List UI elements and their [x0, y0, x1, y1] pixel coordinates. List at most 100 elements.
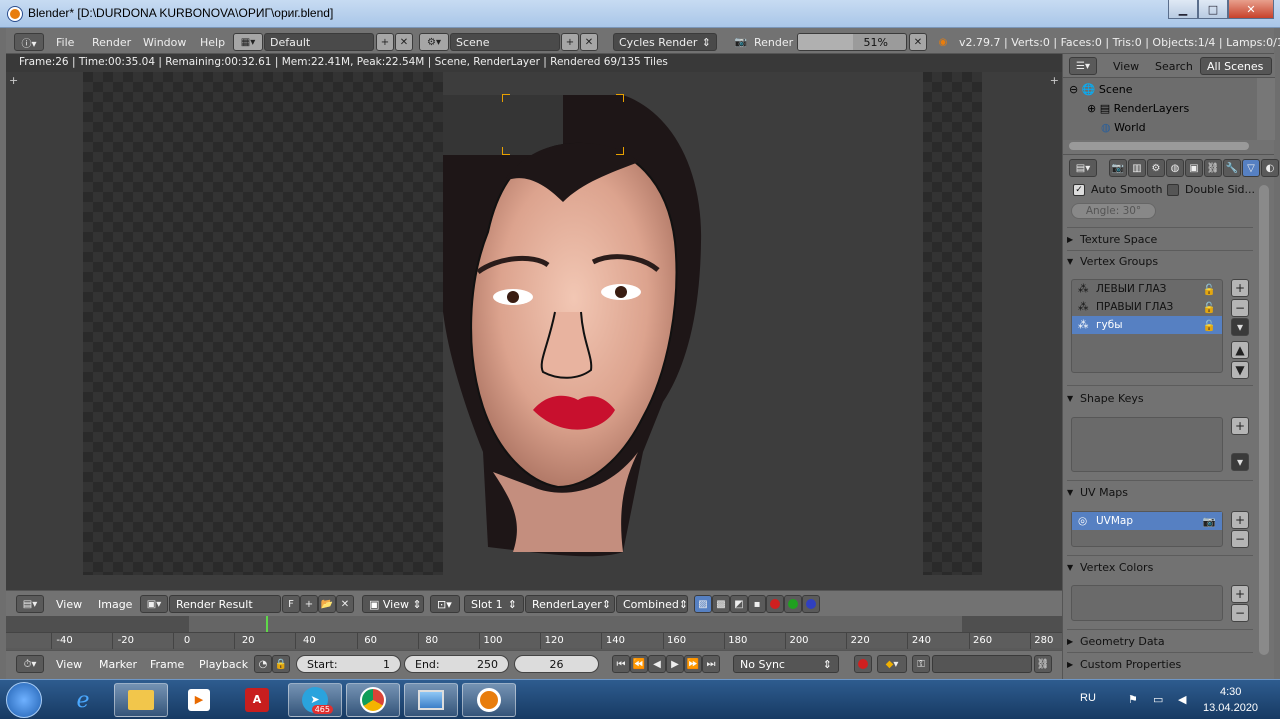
action-center-icon[interactable]: ▭: [1153, 693, 1163, 706]
draw-rgb-icon[interactable]: ▩: [712, 595, 730, 613]
shape-keys-panel[interactable]: ▼ Shape Keys: [1067, 388, 1253, 408]
render-camera-icon[interactable]: 📷: [732, 33, 750, 51]
remove-vertex-color-button[interactable]: −: [1231, 604, 1249, 622]
uv-maps-list[interactable]: ◎ UVMap 📷: [1071, 511, 1223, 547]
start-button[interactable]: [6, 682, 42, 718]
object-tab-icon[interactable]: ▣: [1185, 159, 1203, 177]
vertex-group-specials-button[interactable]: ▾: [1231, 318, 1249, 336]
maximize-button[interactable]: □: [1198, 0, 1228, 19]
telegram-icon[interactable]: ➤ 465: [288, 683, 342, 717]
timeline-menu-playback[interactable]: Playback: [199, 658, 248, 671]
auto-smooth-checkbox[interactable]: ✓ Auto Smooth: [1073, 183, 1162, 196]
photo-viewer-icon[interactable]: [404, 683, 458, 717]
language-indicator[interactable]: RU: [1080, 692, 1096, 704]
timeline-editor-type-icon[interactable]: ⏱▾: [16, 655, 44, 673]
menu-image[interactable]: Image: [98, 598, 132, 611]
texture-space-panel[interactable]: ▶ Texture Space: [1067, 229, 1253, 249]
open-image-icon[interactable]: 📂: [318, 595, 336, 613]
add-scene-icon[interactable]: +: [561, 33, 579, 51]
play-icon[interactable]: ▶: [666, 655, 684, 673]
draw-alpha-icon[interactable]: ◩: [730, 595, 748, 613]
outliner-horizontal-scrollbar[interactable]: [1069, 142, 1249, 150]
move-up-button[interactable]: ▲: [1231, 341, 1249, 359]
corner-plus-icon[interactable]: +: [9, 74, 18, 87]
jump-keyframe-forward-icon[interactable]: ⏩: [684, 655, 702, 673]
insert-keyframe-icon[interactable]: ⛓: [1034, 655, 1052, 673]
vertex-group-item[interactable]: ⁂ ЛЕВЫИ ГЛАЗ 🔓: [1072, 280, 1222, 298]
internet-explorer-icon[interactable]: ℯ: [56, 683, 110, 717]
unlink-image-icon[interactable]: ✕: [336, 595, 354, 613]
draw-rgba-icon[interactable]: ▨: [694, 595, 712, 613]
autocad-icon[interactable]: A: [230, 683, 284, 717]
blender-taskbar-icon[interactable]: [462, 683, 516, 717]
fake-user-button[interactable]: F: [282, 595, 300, 613]
image-browse-icon[interactable]: ▣▾: [140, 595, 168, 613]
timeline-menu-marker[interactable]: Marker: [99, 658, 137, 671]
unlock-icon[interactable]: 🔓: [1203, 319, 1216, 332]
chrome-icon[interactable]: [346, 683, 400, 717]
menu-render[interactable]: Render: [92, 33, 131, 51]
properties-scrollbar[interactable]: [1259, 185, 1269, 655]
vertex-colors-list[interactable]: [1071, 585, 1223, 621]
outliner-scrollbar[interactable]: [1257, 78, 1275, 140]
modifiers-tab-icon[interactable]: 🔧: [1223, 159, 1241, 177]
new-image-icon[interactable]: +: [300, 595, 318, 613]
render-engine-select[interactable]: Cycles Render ⇕: [613, 33, 717, 51]
scene-icon[interactable]: ⚙▾: [419, 33, 449, 51]
vertex-groups-panel[interactable]: ▼ Vertex Groups: [1067, 251, 1253, 271]
properties-editor-type-icon[interactable]: ▤▾: [1069, 159, 1097, 177]
render-tab-icon[interactable]: 📷: [1109, 159, 1127, 177]
menu-help[interactable]: Help: [200, 33, 225, 51]
blue-channel-icon[interactable]: [802, 595, 820, 613]
volume-icon[interactable]: ◀: [1178, 693, 1186, 706]
world-tab-icon[interactable]: ◍: [1166, 159, 1184, 177]
outliner-item-world[interactable]: ◍ World: [1101, 118, 1146, 137]
timeline-menu-frame[interactable]: Frame: [150, 658, 184, 671]
image-name-field[interactable]: Render Result: [169, 595, 281, 613]
jump-keyframe-back-icon[interactable]: ⏪: [630, 655, 648, 673]
outliner-editor-type-icon[interactable]: ☰▾: [1069, 57, 1097, 75]
play-reverse-icon[interactable]: ◀: [648, 655, 666, 673]
pivot-icon[interactable]: ⊡▾: [430, 595, 460, 613]
menu-view[interactable]: View: [56, 598, 82, 611]
green-channel-icon[interactable]: [784, 595, 802, 613]
vertex-group-item[interactable]: ⁂ ПРАВЫИ ГЛАЗ 🔓: [1072, 298, 1222, 316]
move-down-button[interactable]: ▼: [1231, 361, 1249, 379]
start-frame-field[interactable]: Start: 1: [296, 655, 401, 673]
end-frame-field[interactable]: End: 250: [404, 655, 509, 673]
unlock-icon[interactable]: 🔓: [1203, 301, 1216, 314]
add-shape-key-button[interactable]: +: [1231, 417, 1249, 435]
lock-icon[interactable]: 🔒: [272, 655, 290, 673]
unlock-icon[interactable]: 🔓: [1203, 283, 1216, 296]
vertex-groups-list[interactable]: ⁂ ЛЕВЫИ ГЛАЗ 🔓 ⁂ ПРАВЫИ ГЛАЗ 🔓 ⁂ губы 🔓: [1071, 279, 1223, 373]
uv-maps-panel[interactable]: ▼ UV Maps: [1067, 482, 1253, 502]
jump-start-icon[interactable]: ⏮: [612, 655, 630, 673]
scene-tab-icon[interactable]: ⚙: [1147, 159, 1165, 177]
remove-layout-icon[interactable]: ✕: [395, 33, 413, 51]
shape-key-specials-button[interactable]: ▾: [1231, 453, 1249, 471]
timeline-menu-view[interactable]: View: [56, 658, 82, 671]
render-camera-icon[interactable]: 📷: [1203, 515, 1216, 528]
add-layout-icon[interactable]: +: [376, 33, 394, 51]
sync-select[interactable]: No Sync ⇕: [733, 655, 839, 673]
keying-set-icon[interactable]: ⚿: [912, 655, 930, 673]
vertex-colors-panel[interactable]: ▼ Vertex Colors: [1067, 557, 1253, 577]
cancel-render-icon[interactable]: ✕: [909, 33, 927, 51]
menu-window[interactable]: Window: [143, 33, 186, 51]
clock-date[interactable]: 13.04.2020: [1203, 702, 1258, 714]
angle-field[interactable]: Angle: 30°: [1071, 203, 1156, 219]
media-player-icon[interactable]: ▶: [172, 683, 226, 717]
keying-icon[interactable]: ◆ ▾: [877, 655, 907, 673]
double-sided-checkbox[interactable]: Double Sid...: [1167, 183, 1255, 196]
add-vertex-group-button[interactable]: +: [1231, 279, 1249, 297]
shape-keys-list[interactable]: [1071, 417, 1223, 472]
draw-zbuffer-icon[interactable]: ▪: [748, 595, 766, 613]
close-button[interactable]: ✕: [1228, 0, 1274, 19]
collapse-icon[interactable]: ⊖: [1069, 83, 1082, 96]
file-explorer-icon[interactable]: [114, 683, 168, 717]
menu-file[interactable]: File: [56, 33, 74, 51]
outliner-menu-search[interactable]: Search: [1155, 60, 1193, 73]
view-mode-select[interactable]: ▣ View ⇕: [362, 595, 424, 613]
screen-layout-field[interactable]: Default: [264, 33, 374, 51]
corner-plus-right-icon[interactable]: +: [1050, 74, 1059, 87]
